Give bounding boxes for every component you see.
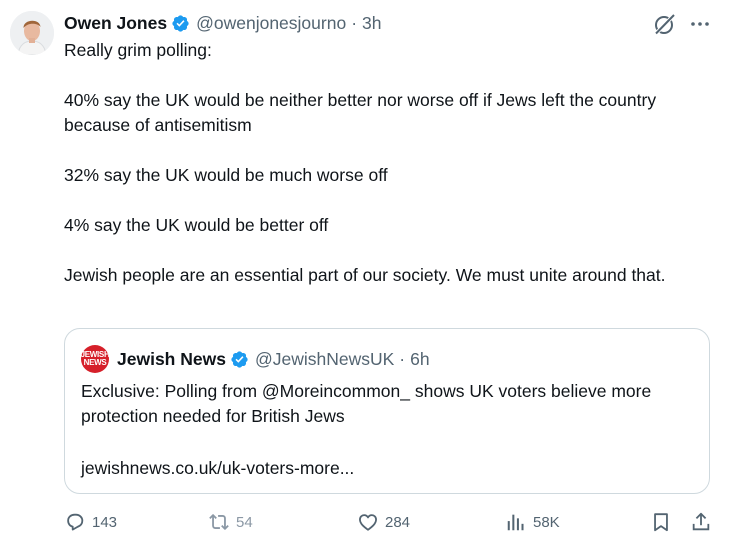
grok-icon[interactable] bbox=[652, 11, 678, 37]
views-count: 58K bbox=[533, 513, 560, 531]
tweet-paragraph: Really grim polling: bbox=[64, 40, 212, 60]
tweet-header: Owen Jones @owenjonesjourno · 3h bbox=[64, 10, 381, 36]
timestamp[interactable]: 3h bbox=[362, 13, 381, 34]
tweet: Owen Jones @owenjonesjourno · 3h Really … bbox=[0, 0, 738, 547]
like-count: 284 bbox=[385, 513, 411, 531]
separator-dot: · bbox=[399, 348, 406, 369]
quoted-avatar-logo[interactable]: JEWISH NEWS bbox=[81, 345, 109, 373]
like-button[interactable]: 284 bbox=[357, 508, 410, 536]
bookmark-icon bbox=[650, 511, 672, 533]
share-icon bbox=[690, 511, 712, 533]
tweet-paragraph: 40% say the UK would be neither better n… bbox=[64, 90, 657, 135]
repost-icon bbox=[208, 511, 230, 533]
author-handle[interactable]: @owenjonesjourno bbox=[196, 13, 346, 34]
quoted-tweet[interactable]: JEWISH NEWS Jewish News @JewishNewsUK · … bbox=[64, 328, 710, 494]
quoted-tweet-header: JEWISH NEWS Jewish News @JewishNewsUK · … bbox=[81, 345, 430, 373]
quoted-tweet-link[interactable]: jewishnews.co.uk/uk-voters-more... bbox=[81, 456, 354, 481]
separator-dot: · bbox=[351, 12, 358, 33]
tweet-paragraph: Jewish people are an essential part of o… bbox=[64, 265, 666, 285]
quoted-tweet-text: Exclusive: Polling from @Moreincommon_ s… bbox=[81, 381, 652, 426]
views-button[interactable]: 58K bbox=[505, 508, 560, 536]
bookmark-button[interactable] bbox=[650, 508, 672, 536]
logo-text: NEWS bbox=[83, 358, 107, 367]
verified-badge-icon bbox=[231, 350, 248, 368]
reply-button[interactable]: 143 bbox=[64, 508, 117, 536]
action-bar: 143 54 284 58K bbox=[0, 508, 738, 536]
views-icon bbox=[507, 514, 524, 531]
reply-icon bbox=[64, 511, 86, 533]
tweet-paragraph: 4% say the UK would be better off bbox=[64, 215, 329, 235]
verified-badge-icon bbox=[172, 14, 189, 32]
heart-icon bbox=[357, 511, 379, 533]
quoted-timestamp[interactable]: 6h bbox=[410, 349, 429, 370]
quoted-author-name[interactable]: Jewish News bbox=[117, 349, 226, 370]
more-icon[interactable] bbox=[688, 12, 712, 36]
tweet-paragraph: 32% say the UK would be much worse off bbox=[64, 165, 388, 185]
avatar[interactable] bbox=[10, 11, 54, 55]
quoted-author-handle[interactable]: @JewishNewsUK bbox=[255, 349, 394, 370]
repost-button[interactable]: 54 bbox=[208, 508, 253, 536]
reply-count: 143 bbox=[92, 513, 118, 531]
repost-count: 54 bbox=[236, 513, 253, 531]
author-name[interactable]: Owen Jones bbox=[64, 13, 167, 34]
avatar-image bbox=[10, 11, 54, 55]
tweet-text: Really grim polling: 40% say the UK woul… bbox=[64, 38, 714, 288]
share-button[interactable] bbox=[690, 508, 712, 536]
